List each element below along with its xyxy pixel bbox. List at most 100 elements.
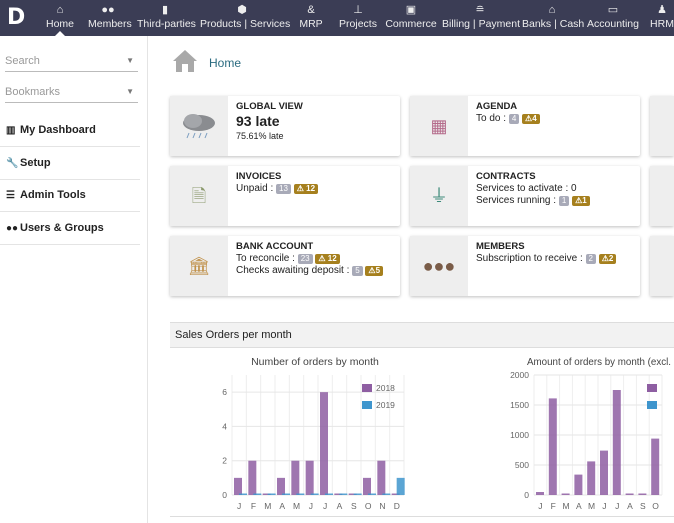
services-to-activate: Services to activate : 0: [476, 183, 577, 194]
card-members[interactable]: ●●● MEMBERS Subscription to receive : 2 ⚠…: [410, 236, 640, 296]
nav-projects[interactable]: ⊥ Projects: [336, 0, 380, 36]
icon: [650, 236, 674, 296]
count-badge[interactable]: 5: [352, 266, 363, 276]
bar-2018-O: [363, 477, 371, 495]
bar-2018-F: [248, 460, 257, 495]
app-logo[interactable]: D: [7, 5, 25, 30]
legend-swatch: [362, 401, 372, 409]
users-icon: ●●: [6, 222, 19, 234]
card-contracts[interactable]: ⏚ CONTRACTS Services to activate : 0 Servi…: [410, 166, 640, 226]
warning-badge[interactable]: ⚠ 12: [315, 254, 340, 264]
card-title: AGENDA: [476, 101, 518, 112]
building-icon: ▮: [161, 4, 169, 16]
sidebar-item-setup[interactable]: 🔧 Setup: [0, 147, 140, 180]
x-tick-label: S: [640, 501, 646, 511]
y-tick-label: 0: [524, 490, 529, 500]
bookmarks-placeholder: Bookmarks: [5, 86, 61, 98]
x-tick-label: O: [365, 501, 372, 511]
bar-series-J: [536, 492, 544, 495]
sidebar-item-users-groups[interactable]: ●● Users & Groups: [0, 212, 140, 245]
bar-2019-O: [368, 493, 376, 495]
page-title[interactable]: Home: [209, 56, 241, 70]
user-tie-icon: ♟: [657, 4, 667, 16]
nav-products-services[interactable]: ⬢ Products | Services: [200, 0, 290, 36]
chart-icon: ▥: [6, 125, 16, 136]
nav-label: Home: [45, 18, 74, 30]
nav-label: Banks | Cash: [522, 18, 585, 30]
bar-2019-A: [282, 493, 290, 495]
y-tick-label: 4: [222, 421, 227, 431]
x-tick-label: J: [309, 501, 313, 511]
y-tick-label: 6: [222, 387, 227, 397]
nav-commerce[interactable]: ▣ Commerce: [385, 0, 437, 36]
bar-2019-M: [267, 493, 276, 495]
bookmarks-select[interactable]: Bookmarks ▼: [5, 83, 138, 103]
bar-2019-J: [239, 493, 247, 495]
cube-icon: ⬢: [237, 4, 247, 16]
nav-members[interactable]: ●● Members: [88, 0, 132, 36]
nav-accounting[interactable]: ▭ Accounting: [585, 0, 641, 36]
services-running-label: Services running :: [476, 195, 557, 206]
warning-badge[interactable]: ⚠4: [522, 114, 540, 124]
late-count: 93 late: [236, 113, 280, 129]
bar-series-A: [574, 474, 583, 495]
nav-label: Third-parties: [137, 18, 196, 30]
nav-billing-payment[interactable]: ≘ Billing | Payment: [442, 0, 520, 36]
warning-badge[interactable]: ⚠ 12: [293, 184, 319, 194]
card-title: GLOBAL VIEW: [236, 101, 303, 112]
nav-third-parties[interactable]: ▮ Third-parties: [137, 0, 196, 36]
sidebar-item-label: Setup: [20, 156, 51, 169]
divider: [170, 516, 674, 517]
bar-series-J: [612, 390, 621, 495]
legend-label: 2019: [376, 400, 395, 410]
warning-badge[interactable]: ⚠1: [572, 196, 590, 206]
sidebar-item-admin-tools[interactable]: ☰ Admin Tools: [0, 179, 140, 212]
sidebar-item-my-dashboard[interactable]: ▥ My Dashboard: [0, 114, 140, 147]
y-tick-label: 1000: [510, 430, 529, 440]
y-tick-label: 500: [515, 460, 529, 470]
card-invoices[interactable]: 🗎 INVOICES Unpaid : 13 ⚠ 12: [170, 166, 400, 226]
bar-series-O: [651, 438, 660, 495]
icon: [650, 166, 674, 226]
card-agenda[interactable]: ▦ AGENDA To do : 4 ⚠4: [410, 96, 640, 156]
card-bank-account[interactable]: 🏛 BANK ACCOUNT To reconcile : 23 ⚠ 12 Chec…: [170, 236, 400, 296]
count-badge[interactable]: 23: [297, 254, 313, 264]
chart-title: Amount of orders by month (excl.: [527, 356, 671, 368]
chevron-down-icon: ▼: [126, 87, 134, 96]
count-badge[interactable]: 2: [585, 254, 596, 264]
x-tick-label: J: [237, 501, 241, 511]
bar-series-J: [600, 450, 608, 495]
bar-2018-A: [277, 477, 285, 495]
bar-2018-J: [234, 477, 242, 495]
nav-home[interactable]: ⌂ Home: [38, 0, 82, 36]
nav-hrm[interactable]: ♟ HRM: [650, 0, 674, 36]
card-partial[interactable]: [650, 236, 674, 296]
card-partial[interactable]: [650, 96, 674, 156]
nav-banks-cash[interactable]: ⌂ Banks | Cash: [522, 0, 585, 36]
chart-title: Number of orders by month: [251, 356, 379, 368]
legend-swatch: [647, 384, 657, 392]
x-tick-label: A: [576, 501, 582, 511]
legend-label: 2018: [376, 383, 395, 393]
card-title: CONTRACTS: [476, 171, 536, 182]
x-tick-label: D: [394, 501, 400, 511]
x-tick-label: O: [652, 501, 659, 511]
invoice-icon: 🗎: [170, 166, 228, 226]
card-global-view[interactable]: GLOBAL VIEW 93 late 75.61% late: [170, 96, 400, 156]
bank-icon: ⌂: [548, 4, 556, 16]
nav-mrp[interactable]: & MRP: [294, 0, 328, 36]
card-partial[interactable]: [650, 166, 674, 226]
warning-badge[interactable]: ⚠5: [365, 266, 384, 276]
search-select[interactable]: Search ▼: [5, 52, 138, 72]
x-tick-label: M: [293, 501, 300, 511]
count-badge[interactable]: 13: [276, 184, 291, 194]
users-icon: ●●: [101, 4, 115, 16]
legend-swatch: [362, 384, 372, 392]
y-tick-label: 2: [222, 456, 227, 466]
legend-swatch: [647, 401, 657, 409]
count-badge[interactable]: 1: [558, 196, 570, 206]
home-icon: ⌂: [56, 4, 64, 16]
count-badge[interactable]: 4: [508, 114, 520, 124]
search-placeholder: Search: [5, 55, 40, 67]
warning-badge[interactable]: ⚠2: [598, 254, 617, 264]
